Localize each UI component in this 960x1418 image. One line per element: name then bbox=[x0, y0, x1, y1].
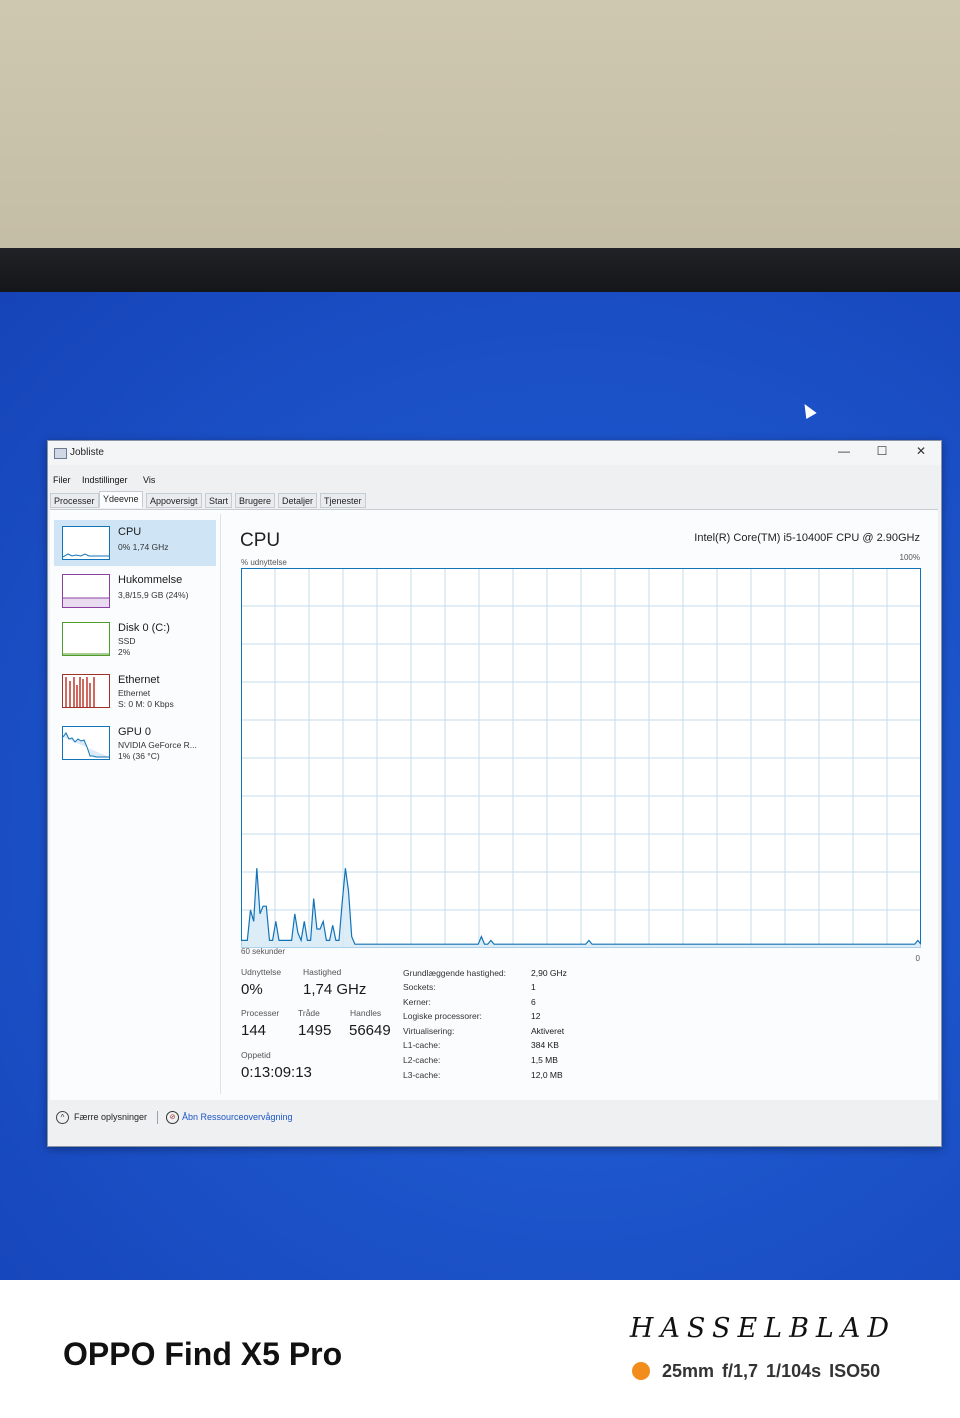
y-axis-max-label: 100% bbox=[899, 553, 920, 562]
footer-bar: ^ Færre oplysninger ⊘ Åbn Ressourceoverv… bbox=[48, 1103, 941, 1133]
sidebar-disk-type: SSD bbox=[118, 636, 136, 646]
hastighed-label: Hastighed bbox=[303, 967, 342, 977]
footer-divider bbox=[157, 1111, 158, 1124]
resource-monitor-icon[interactable]: ⊘ bbox=[166, 1111, 179, 1124]
sidebar-disk-usage: 2% bbox=[118, 647, 131, 657]
spec-value-virtualisering: Aktiveret bbox=[531, 1026, 565, 1036]
task-manager-window: Jobliste — ☐ ✕ Filer Indstillinger Vis P… bbox=[47, 440, 942, 1147]
spec-value-logical: 12 bbox=[531, 1011, 541, 1021]
maximize-button[interactable]: ☐ bbox=[873, 444, 891, 458]
camera-brand-logo: HASSELBLAD bbox=[629, 1313, 896, 1344]
window-title: Jobliste bbox=[70, 447, 104, 458]
y-axis-min-label: 0 bbox=[915, 954, 920, 963]
sidebar-item-gpu[interactable]: GPU 0 NVIDIA GeForce R... 1% (36 °C) bbox=[54, 720, 216, 766]
menu-filer[interactable]: Filer bbox=[53, 475, 71, 485]
x-axis-label: 60 sekunder bbox=[241, 947, 286, 956]
menu-vis[interactable]: Vis bbox=[143, 475, 155, 485]
phone-model: OPPO Find X5 Pro bbox=[63, 1336, 343, 1372]
traade-label: Tråde bbox=[298, 1008, 320, 1018]
spec-label-kerner: Kerner: bbox=[403, 997, 431, 1007]
oppetid-label: Oppetid bbox=[241, 1050, 271, 1060]
spec-label-logical: Logiske processorer: bbox=[403, 1011, 482, 1021]
cpu-thumbnail bbox=[62, 526, 110, 560]
page-title: CPU bbox=[240, 530, 281, 551]
camera-watermark-band: OPPO Find X5 Pro HASSELBLAD 25mm f/1,7 1… bbox=[0, 1280, 960, 1418]
tab-start[interactable]: Start bbox=[205, 493, 233, 508]
spec-value-l1: 384 KB bbox=[531, 1040, 559, 1050]
performance-pane: CPU 0% 1,74 GHz Hukommelse 3,8/15,9 GB (… bbox=[50, 509, 938, 1100]
chevron-up-icon[interactable]: ^ bbox=[56, 1111, 69, 1124]
hastighed-value: 1,74 GHz bbox=[303, 981, 367, 998]
memory-thumbnail bbox=[62, 574, 110, 608]
gpu-thumbnail bbox=[62, 726, 110, 760]
sidebar-gpu-title: GPU 0 bbox=[118, 726, 152, 738]
sidebar-gpu-model: NVIDIA GeForce R... bbox=[118, 740, 197, 750]
tab-appoversigt[interactable]: Appoversigt bbox=[146, 493, 202, 508]
sidebar-cpu-title: CPU bbox=[118, 526, 142, 538]
spec-value-l3: 12,0 MB bbox=[531, 1070, 563, 1080]
title-bar[interactable]: Jobliste — ☐ ✕ bbox=[48, 441, 941, 465]
sidebar-item-hukommelse[interactable]: Hukommelse 3,8/15,9 GB (24%) bbox=[54, 568, 216, 614]
oppetid-value: 0:13:09:13 bbox=[241, 1064, 312, 1081]
sidebar-hukommelse-detail: 3,8/15,9 GB (24%) bbox=[118, 590, 189, 600]
exif-info: 25mm f/1,7 1/104s ISO50 bbox=[662, 1361, 881, 1381]
sidebar-item-ethernet[interactable]: Ethernet Ethernet S: 0 M: 0 Kbps bbox=[54, 668, 216, 714]
wall-background bbox=[0, 0, 960, 262]
minimize-button[interactable]: — bbox=[835, 444, 853, 458]
spec-label-virtualisering: Virtualisering: bbox=[403, 1026, 455, 1036]
spec-label-l2: L2-cache: bbox=[403, 1055, 441, 1065]
sidebar-item-cpu[interactable]: CPU 0% 1,74 GHz bbox=[54, 520, 216, 566]
spec-value-l2: 1,5 MB bbox=[531, 1055, 558, 1065]
monitor-bezel bbox=[0, 248, 960, 294]
sidebar-ethernet-adapter: Ethernet bbox=[118, 688, 151, 698]
resource-monitor-link[interactable]: Åbn Ressourceovervågning bbox=[182, 1112, 293, 1122]
sidebar-divider bbox=[220, 514, 221, 1094]
sidebar-hukommelse-title: Hukommelse bbox=[118, 574, 183, 586]
disk-thumbnail bbox=[62, 622, 110, 656]
sidebar-ethernet-title: Ethernet bbox=[118, 674, 160, 686]
ethernet-thumbnail bbox=[62, 674, 110, 708]
close-button[interactable]: ✕ bbox=[912, 444, 930, 458]
cpu-utilization-graph bbox=[241, 568, 921, 948]
processer-label: Processer bbox=[241, 1008, 280, 1018]
handles-label: Handles bbox=[350, 1008, 382, 1018]
tab-ydeevne[interactable]: Ydeevne bbox=[99, 491, 143, 508]
sidebar-disk-title: Disk 0 (C:) bbox=[118, 622, 170, 634]
spec-value-base-speed: 2,90 GHz bbox=[531, 968, 567, 978]
sidebar-item-disk[interactable]: Disk 0 (C:) SSD 2% bbox=[54, 616, 216, 662]
tab-processer[interactable]: Processer bbox=[50, 493, 99, 508]
fewer-details-button[interactable]: Færre oplysninger bbox=[74, 1112, 147, 1122]
cpu-model-name: Intel(R) Core(TM) i5-10400F CPU @ 2.90GH… bbox=[694, 532, 920, 544]
sidebar-ethernet-speed: S: 0 M: 0 Kbps bbox=[118, 699, 174, 709]
spec-label-l3: L3-cache: bbox=[403, 1070, 441, 1080]
tab-tjenester[interactable]: Tjenester bbox=[320, 493, 366, 508]
tab-detaljer[interactable]: Detaljer bbox=[278, 493, 318, 508]
processer-value: 144 bbox=[241, 1022, 267, 1039]
udnyttelse-label: Udnyttelse bbox=[241, 967, 282, 977]
spec-value-kerner: 6 bbox=[531, 997, 536, 1007]
menu-indstillinger[interactable]: Indstillinger bbox=[82, 475, 128, 485]
tab-brugere[interactable]: Brugere bbox=[235, 493, 276, 508]
udnyttelse-value: 0% bbox=[241, 981, 263, 998]
spec-label-base-speed: Grundlæggende hastighed: bbox=[403, 968, 507, 978]
spec-label-l1: L1-cache: bbox=[403, 1040, 441, 1050]
sidebar-gpu-usage: 1% (36 °C) bbox=[118, 751, 160, 761]
exif-dot-icon bbox=[632, 1362, 650, 1380]
spec-label-sockets: Sockets: bbox=[403, 982, 436, 992]
task-manager-app-icon bbox=[54, 448, 67, 459]
y-axis-label: % udnyttelse bbox=[241, 558, 287, 567]
traade-value: 1495 bbox=[298, 1022, 332, 1039]
sidebar-cpu-detail: 0% 1,74 GHz bbox=[118, 542, 169, 552]
spec-value-sockets: 1 bbox=[531, 982, 536, 992]
handles-value: 56649 bbox=[349, 1022, 391, 1039]
